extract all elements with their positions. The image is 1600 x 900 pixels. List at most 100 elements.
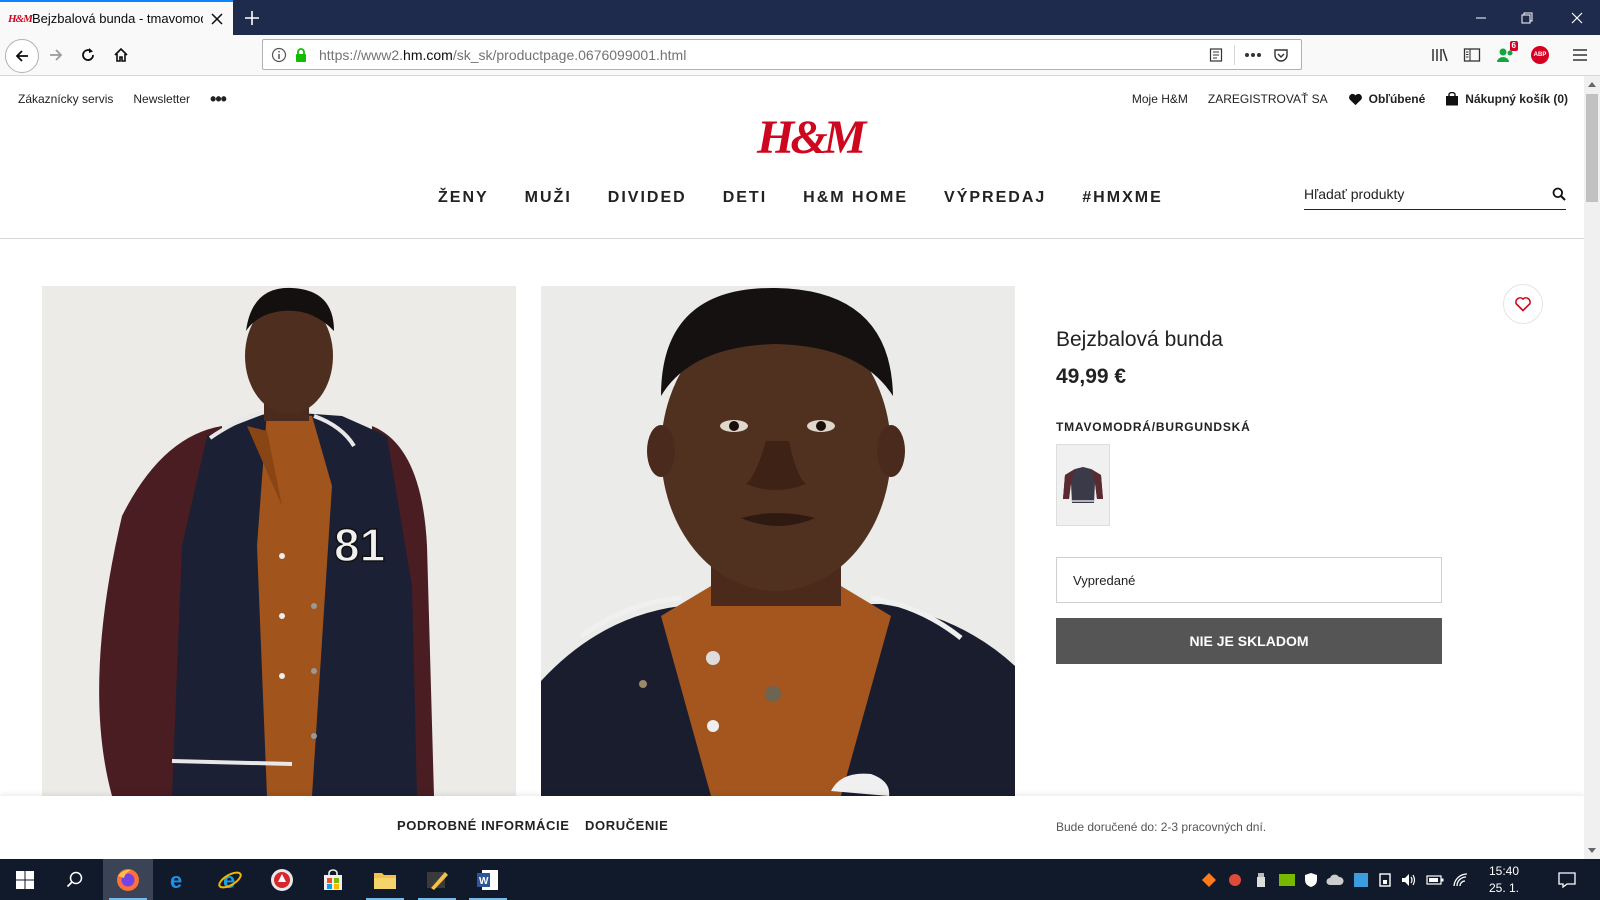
svg-text:e: e — [223, 868, 235, 893]
utility-nav-right: Moje H&M ZAREGISTROVAŤ SA Obľúbené Nákup… — [1112, 92, 1568, 106]
forward-button[interactable] — [40, 39, 72, 71]
size-select[interactable]: Vypredané — [1056, 557, 1442, 603]
clock-time: 15:40 — [1488, 864, 1520, 878]
header-divider — [0, 238, 1584, 239]
nav-item-hmxme[interactable]: #HMXME — [1082, 189, 1162, 207]
newsletter-link[interactable]: Newsletter — [133, 92, 190, 106]
clock-date: 25. 1. 2024 — [1488, 881, 1520, 900]
reader-view-icon[interactable] — [1202, 43, 1230, 67]
minimize-window-button[interactable] — [1458, 0, 1504, 35]
network-device-tray-icon[interactable] — [1376, 871, 1394, 889]
shopping-bag-icon — [1446, 92, 1459, 106]
reload-button[interactable] — [72, 39, 104, 71]
taskbar-clock[interactable]: 15:40 25. 1. 2024 — [1474, 863, 1534, 900]
out-of-stock-button[interactable]: NIE JE SKLADOM — [1056, 618, 1442, 664]
cart-link[interactable]: Nákupný košík (0) — [1445, 92, 1568, 106]
cart-label: Nákupný košík (0) — [1465, 92, 1568, 106]
svg-text:81: 81 — [334, 519, 385, 571]
search-input[interactable]: Hľadať produkty — [1304, 186, 1552, 202]
wifi-icon[interactable] — [1452, 871, 1470, 889]
menu-hamburger-icon[interactable] — [1568, 43, 1592, 67]
browser-tab-strip: H&M Bejzbalová bunda - tmavomodrá — [0, 0, 1600, 35]
scroll-up-arrow-icon[interactable] — [1584, 76, 1600, 92]
adblock-plus-icon[interactable]: ABP — [1528, 43, 1552, 67]
lock-icon[interactable] — [293, 47, 309, 63]
battery-icon[interactable] — [1426, 871, 1444, 889]
search-taskbar-icon[interactable] — [50, 859, 100, 900]
security-shield-tray-icon[interactable] — [1302, 871, 1320, 889]
my-account-link[interactable]: Moje H&M — [1132, 92, 1188, 106]
edge-taskbar-icon[interactable]: e — [154, 859, 204, 900]
favorites-link[interactable]: Obľúbené — [1348, 92, 1425, 106]
windows-start-icon[interactable] — [0, 859, 50, 900]
info-icon[interactable] — [271, 47, 287, 63]
heart-icon — [1348, 93, 1362, 105]
more-menu-icon[interactable]: ••• — [210, 90, 227, 108]
url-separator — [1234, 44, 1235, 65]
nav-item-vypredaj[interactable]: VÝPREDAJ — [944, 189, 1046, 207]
library-icon[interactable] — [1428, 43, 1452, 67]
browser-tab-active[interactable]: H&M Bejzbalová bunda - tmavomodrá — [0, 0, 233, 35]
hm-logo[interactable]: H&M — [757, 112, 866, 164]
add-to-favorites-button[interactable] — [1503, 284, 1543, 324]
close-window-button[interactable] — [1554, 0, 1600, 35]
app-tray-icon-red[interactable] — [1226, 871, 1244, 889]
product-image-model-body[interactable]: 81 — [42, 286, 516, 796]
product-color-label: TMAVOMODRÁ/BURGUNDSKÁ — [1056, 420, 1251, 434]
word-taskbar-icon[interactable]: W — [463, 859, 513, 900]
nav-item-hm-home[interactable]: H&M HOME — [803, 189, 908, 207]
scrollbar-thumb[interactable] — [1586, 94, 1598, 202]
firefox-taskbar-icon[interactable] — [103, 859, 153, 900]
url-text[interactable]: https://www2.hm.com/sk_sk/productpage.06… — [319, 47, 1202, 63]
main-navigation: ŽENY MUŽI DIVIDED DETI H&M HOME VÝPREDAJ… — [438, 189, 1199, 207]
internet-explorer-taskbar-icon[interactable]: e — [205, 859, 255, 900]
product-info-sticky-bar: PODROBNÉ INFORMÁCIE DORUČENIE Bude doruč… — [0, 796, 1584, 859]
product-price: 49,99 € — [1056, 365, 1127, 388]
utility-nav-left: Zákaznícky servis Newsletter ••• — [18, 90, 246, 108]
nav-item-zeny[interactable]: ŽENY — [438, 189, 489, 207]
nav-item-divided[interactable]: DIVIDED — [608, 189, 687, 207]
usb-tray-icon[interactable] — [1252, 871, 1270, 889]
nvidia-tray-icon[interactable] — [1278, 871, 1296, 889]
extension-users-icon[interactable]: 6 — [1494, 41, 1518, 67]
new-tab-button[interactable] — [240, 6, 264, 30]
close-tab-icon[interactable] — [209, 11, 225, 27]
file-explorer-taskbar-icon[interactable] — [360, 859, 410, 900]
volume-icon[interactable] — [1400, 871, 1418, 889]
action-center-icon[interactable] — [1558, 871, 1576, 889]
nav-item-deti[interactable]: DETI — [723, 189, 767, 207]
tab-delivery[interactable]: DORUČENIE — [585, 818, 668, 833]
back-button[interactable] — [5, 39, 39, 73]
page-scrollbar[interactable] — [1584, 76, 1600, 859]
onedrive-tray-icon[interactable] — [1326, 871, 1344, 889]
scroll-down-arrow-icon[interactable] — [1584, 843, 1600, 859]
address-bar[interactable]: https://www2.hm.com/sk_sk/productpage.06… — [262, 39, 1302, 70]
register-link[interactable]: ZAREGISTROVAŤ SA — [1208, 92, 1328, 106]
product-search[interactable]: Hľadať produkty — [1304, 178, 1566, 210]
sidebar-icon[interactable] — [1460, 43, 1484, 67]
app-tray-icon-orange[interactable] — [1200, 871, 1218, 889]
product-title: Bejzbalová bunda — [1056, 328, 1223, 351]
red-app-taskbar-icon[interactable] — [257, 859, 307, 900]
customer-service-link[interactable]: Zákaznícky servis — [18, 92, 113, 106]
svg-text:W: W — [479, 876, 489, 887]
jacket-thumbnail-icon — [1063, 467, 1103, 503]
home-button[interactable] — [105, 39, 137, 71]
windows-taskbar: e e W 15:40 25. 1. — [0, 859, 1600, 900]
search-icon[interactable] — [1552, 187, 1566, 201]
delivery-estimate: Bude doručené do: 2-3 pracovných dní. — [1056, 820, 1267, 834]
restore-window-button[interactable] — [1504, 0, 1550, 35]
product-image-model-closeup[interactable] — [541, 286, 1015, 796]
color-swatch-navy-burgundy[interactable] — [1056, 444, 1110, 526]
app-tray-icon-blue[interactable] — [1352, 871, 1370, 889]
nav-item-muzi[interactable]: MUŽI — [525, 189, 572, 207]
tab-product-details[interactable]: PODROBNÉ INFORMÁCIE — [397, 818, 569, 833]
browser-toolbar: https://www2.hm.com/sk_sk/productpage.06… — [0, 35, 1600, 76]
tab-title: Bejzbalová bunda - tmavomodrá — [32, 11, 204, 26]
page-actions-icon[interactable] — [1239, 43, 1267, 67]
heart-outline-icon — [1515, 297, 1531, 312]
notification-badge: 6 — [1509, 41, 1518, 51]
pencil-app-taskbar-icon[interactable] — [412, 859, 462, 900]
pocket-icon[interactable] — [1267, 43, 1295, 67]
store-taskbar-icon[interactable] — [308, 859, 358, 900]
